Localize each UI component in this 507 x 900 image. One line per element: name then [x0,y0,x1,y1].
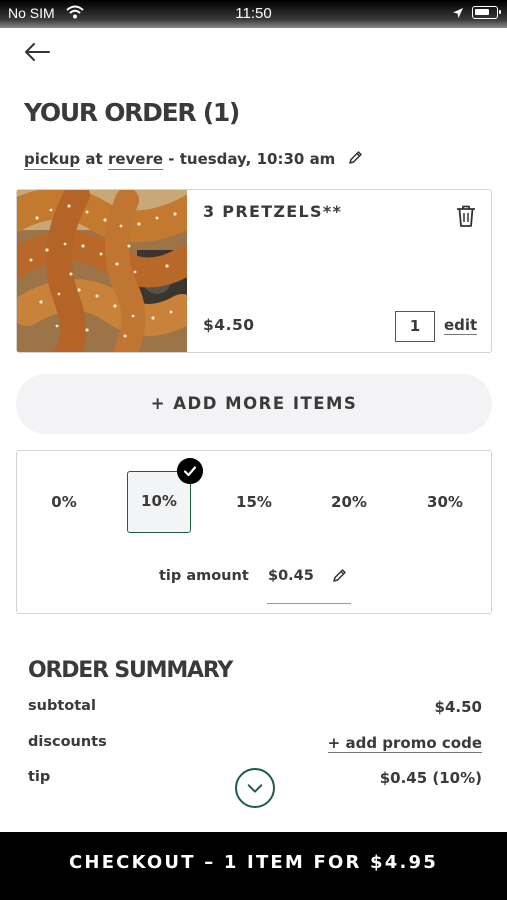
pickup-connector: at [85,150,103,168]
order-summary-title: ORDER SUMMARY [28,658,233,683]
checkout-button[interactable]: CHECKOUT – 1 ITEM FOR $4.95 [0,832,507,900]
edit-item-link[interactable]: edit [444,316,478,335]
pickup-mode-link[interactable]: pickup [24,150,81,170]
tip-option-0[interactable]: 0% [32,471,96,533]
tip-amount-label: tip amount [159,568,249,584]
pencil-icon[interactable] [331,568,347,584]
page-title: YOUR ORDER (1) [24,98,240,127]
status-bar: No SIM 11:50 [0,0,507,28]
subtotal-label: subtotal [28,698,96,714]
trash-icon[interactable] [455,204,477,228]
discounts-label: discounts [28,734,107,750]
tip-amount-value[interactable]: $0.45 [268,568,314,584]
location-icon [453,8,463,18]
tip-option-15[interactable]: 15% [222,471,286,533]
back-arrow-icon[interactable] [22,40,52,64]
cart-item: 3 PRETZELS** $4.50 1 edit [16,189,492,353]
battery-icon [472,6,501,19]
checkmark-icon [177,458,203,484]
pencil-icon[interactable] [347,150,363,166]
pickup-schedule: - tuesday, 10:30 am [168,150,336,168]
subtotal-value: $4.50 [434,698,482,716]
add-promo-code-link[interactable]: + add promo code [327,734,482,753]
add-more-items-button[interactable]: + ADD MORE ITEMS [16,374,492,434]
quantity-input[interactable]: 1 [395,311,435,342]
tip-label: tip [28,769,51,785]
pickup-details: pickup at revere - tuesday, 10:30 am [24,150,363,170]
tip-selector: 0% 10% 15% 20% 30% tip amount $0.45 [16,450,492,614]
clock: 11:50 [235,5,272,22]
tip-amount-underline [267,603,351,604]
item-price: $4.50 [203,316,255,334]
pretzel-photo [17,190,187,352]
item-name: 3 PRETZELS** [203,202,343,221]
chevron-down-icon[interactable] [235,768,275,808]
tip-option-30[interactable]: 30% [413,471,477,533]
tip-option-20[interactable]: 20% [317,471,381,533]
tip-value: $0.45 (10%) [379,769,482,787]
pickup-location-link[interactable]: revere [107,150,164,170]
promo-wrapper: + add promo code [327,734,482,753]
